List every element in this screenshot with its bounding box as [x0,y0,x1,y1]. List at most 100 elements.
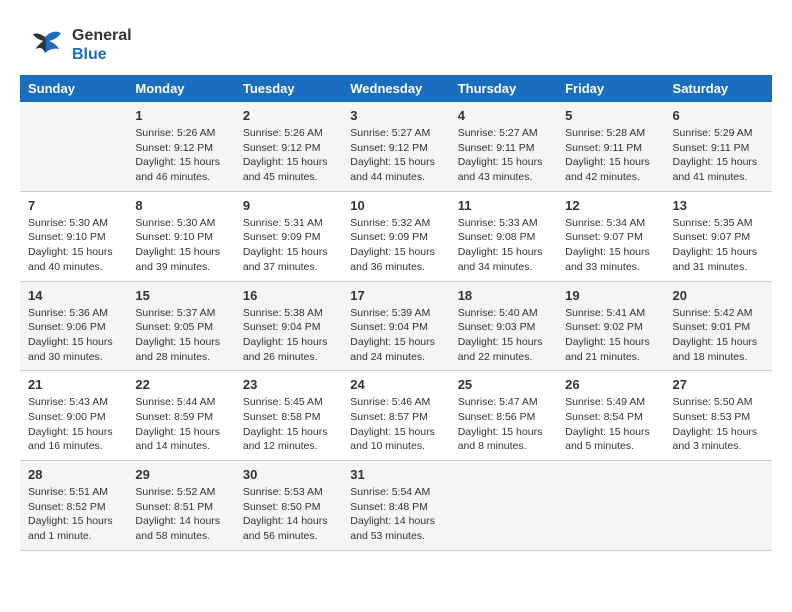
day-number: 14 [28,288,119,303]
calendar-table: SundayMondayTuesdayWednesdayThursdayFrid… [20,75,772,551]
day-info: Sunrise: 5:28 AM Sunset: 9:11 PM Dayligh… [565,126,656,185]
calendar-cell: 2Sunrise: 5:26 AM Sunset: 9:12 PM Daylig… [235,102,342,191]
calendar-cell: 5 Sunrise: 5:28 AM Sunset: 9:11 PM Daylig… [557,102,664,191]
day-number: 6 [673,108,764,123]
calendar-week-row: 14 Sunrise: 5:36 AM Sunset: 9:06 PM Dayli… [20,281,772,371]
day-info: Sunrise: 5:40 AM Sunset: 9:03 PM Dayligh… [458,306,549,365]
calendar-cell: 13 Sunrise: 5:35 AM Sunset: 9:07 PM Dayli… [665,191,772,281]
calendar-cell: 3Sunrise: 5:27 AM Sunset: 9:12 PM Daylig… [342,102,449,191]
calendar-cell: 22Sunrise: 5:44 AM Sunset: 8:59 PM Dayli… [127,371,234,461]
day-number: 30 [243,467,334,482]
calendar-cell: 16 Sunrise: 5:38 AM Sunset: 9:04 PM Dayli… [235,281,342,371]
day-info: Sunrise: 5:38 AM Sunset: 9:04 PM Dayligh… [243,306,334,365]
calendar-cell: 6 Sunrise: 5:29 AM Sunset: 9:11 PM Daylig… [665,102,772,191]
calendar-cell: 9 Sunrise: 5:31 AM Sunset: 9:09 PM Daylig… [235,191,342,281]
weekday-header-cell: Monday [127,75,234,102]
calendar-cell: 11 Sunrise: 5:33 AM Sunset: 9:08 PM Dayli… [450,191,557,281]
day-number: 11 [458,198,549,213]
weekday-header-row: SundayMondayTuesdayWednesdayThursdayFrid… [20,75,772,102]
day-info: Sunrise: 5:46 AM Sunset: 8:57 PM Dayligh… [350,395,441,454]
day-info: Sunrise: 5:37 AM Sunset: 9:05 PM Dayligh… [135,306,226,365]
day-info: Sunrise: 5:42 AM Sunset: 9:01 PM Dayligh… [673,306,764,365]
day-number: 8 [135,198,226,213]
page-header: General Blue [20,20,772,65]
day-info: Sunrise: 5:30 AM Sunset: 9:10 PM Dayligh… [135,216,226,275]
calendar-cell: 14 Sunrise: 5:36 AM Sunset: 9:06 PM Dayli… [20,281,127,371]
calendar-cell: 19 Sunrise: 5:41 AM Sunset: 9:02 PM Dayli… [557,281,664,371]
calendar-cell [450,461,557,551]
calendar-cell: 15 Sunrise: 5:37 AM Sunset: 9:05 PM Dayli… [127,281,234,371]
calendar-week-row: 28Sunrise: 5:51 AM Sunset: 8:52 PM Dayli… [20,461,772,551]
day-info: Sunrise: 5:27 AM Sunset: 9:11 PM Dayligh… [458,126,549,185]
day-info: Sunrise: 5:30 AM Sunset: 9:10 PM Dayligh… [28,216,119,275]
day-number: 15 [135,288,226,303]
calendar-cell: 23Sunrise: 5:45 AM Sunset: 8:58 PM Dayli… [235,371,342,461]
calendar-cell: 8 Sunrise: 5:30 AM Sunset: 9:10 PM Daylig… [127,191,234,281]
day-number: 19 [565,288,656,303]
day-number: 13 [673,198,764,213]
day-info: Sunrise: 5:45 AM Sunset: 8:58 PM Dayligh… [243,395,334,454]
calendar-cell: 10 Sunrise: 5:32 AM Sunset: 9:09 PM Dayli… [342,191,449,281]
day-info: Sunrise: 5:44 AM Sunset: 8:59 PM Dayligh… [135,395,226,454]
day-number: 12 [565,198,656,213]
day-number: 10 [350,198,441,213]
day-info: Sunrise: 5:32 AM Sunset: 9:09 PM Dayligh… [350,216,441,275]
calendar-week-row: 7 Sunrise: 5:30 AM Sunset: 9:10 PM Daylig… [20,191,772,281]
weekday-header-cell: Sunday [20,75,127,102]
calendar-cell: 31Sunrise: 5:54 AM Sunset: 8:48 PM Dayli… [342,461,449,551]
weekday-header-cell: Wednesday [342,75,449,102]
day-info: Sunrise: 5:51 AM Sunset: 8:52 PM Dayligh… [28,485,119,544]
calendar-cell: 30 Sunrise: 5:53 AM Sunset: 8:50 PM Dayli… [235,461,342,551]
calendar-cell: 24 Sunrise: 5:46 AM Sunset: 8:57 PM Dayli… [342,371,449,461]
calendar-week-row: 1 Sunrise: 5:26 AM Sunset: 9:12 PM Daylig… [20,102,772,191]
day-info: Sunrise: 5:29 AM Sunset: 9:11 PM Dayligh… [673,126,764,185]
day-number: 5 [565,108,656,123]
calendar-cell [665,461,772,551]
calendar-cell: 18 Sunrise: 5:40 AM Sunset: 9:03 PM Dayli… [450,281,557,371]
calendar-cell: 21 Sunrise: 5:43 AM Sunset: 9:00 PM Dayli… [20,371,127,461]
day-number: 26 [565,377,656,392]
day-info: Sunrise: 5:47 AM Sunset: 8:56 PM Dayligh… [458,395,549,454]
day-number: 27 [673,377,764,392]
logo-icon [20,25,70,65]
weekday-header-cell: Friday [557,75,664,102]
day-number: 16 [243,288,334,303]
calendar-cell [20,102,127,191]
calendar-cell: 1 Sunrise: 5:26 AM Sunset: 9:12 PM Daylig… [127,102,234,191]
day-info: Sunrise: 5:41 AM Sunset: 9:02 PM Dayligh… [565,306,656,365]
day-info: Sunrise: 5:36 AM Sunset: 9:06 PM Dayligh… [28,306,119,365]
day-number: 17 [350,288,441,303]
day-number: 3 [350,108,441,123]
day-info: Sunrise: 5:33 AM Sunset: 9:08 PM Dayligh… [458,216,549,275]
day-info: Sunrise: 5:52 AM Sunset: 8:51 PM Dayligh… [135,485,226,544]
day-info: Sunrise: 5:53 AM Sunset: 8:50 PM Dayligh… [243,485,334,544]
day-number: 4 [458,108,549,123]
day-number: 31 [350,467,441,482]
day-info: Sunrise: 5:26 AM Sunset: 9:12 PM Dayligh… [135,126,226,185]
day-number: 18 [458,288,549,303]
logo-text: General Blue [72,26,132,64]
day-number: 24 [350,377,441,392]
day-number: 7 [28,198,119,213]
weekday-header-cell: Saturday [665,75,772,102]
calendar-cell [557,461,664,551]
day-number: 29 [135,467,226,482]
day-number: 9 [243,198,334,213]
day-info: Sunrise: 5:35 AM Sunset: 9:07 PM Dayligh… [673,216,764,275]
calendar-cell: 27Sunrise: 5:50 AM Sunset: 8:53 PM Dayli… [665,371,772,461]
calendar-cell: 7 Sunrise: 5:30 AM Sunset: 9:10 PM Daylig… [20,191,127,281]
day-number: 1 [135,108,226,123]
logo: General Blue [20,25,132,65]
day-info: Sunrise: 5:39 AM Sunset: 9:04 PM Dayligh… [350,306,441,365]
calendar-cell: 29 Sunrise: 5:52 AM Sunset: 8:51 PM Dayli… [127,461,234,551]
day-info: Sunrise: 5:43 AM Sunset: 9:00 PM Dayligh… [28,395,119,454]
weekday-header-cell: Tuesday [235,75,342,102]
day-info: Sunrise: 5:31 AM Sunset: 9:09 PM Dayligh… [243,216,334,275]
day-number: 21 [28,377,119,392]
calendar-cell: 17 Sunrise: 5:39 AM Sunset: 9:04 PM Dayli… [342,281,449,371]
calendar-cell: 12Sunrise: 5:34 AM Sunset: 9:07 PM Dayli… [557,191,664,281]
calendar-week-row: 21 Sunrise: 5:43 AM Sunset: 9:00 PM Dayli… [20,371,772,461]
calendar-cell: 4 Sunrise: 5:27 AM Sunset: 9:11 PM Daylig… [450,102,557,191]
calendar-cell: 28Sunrise: 5:51 AM Sunset: 8:52 PM Dayli… [20,461,127,551]
day-number: 20 [673,288,764,303]
